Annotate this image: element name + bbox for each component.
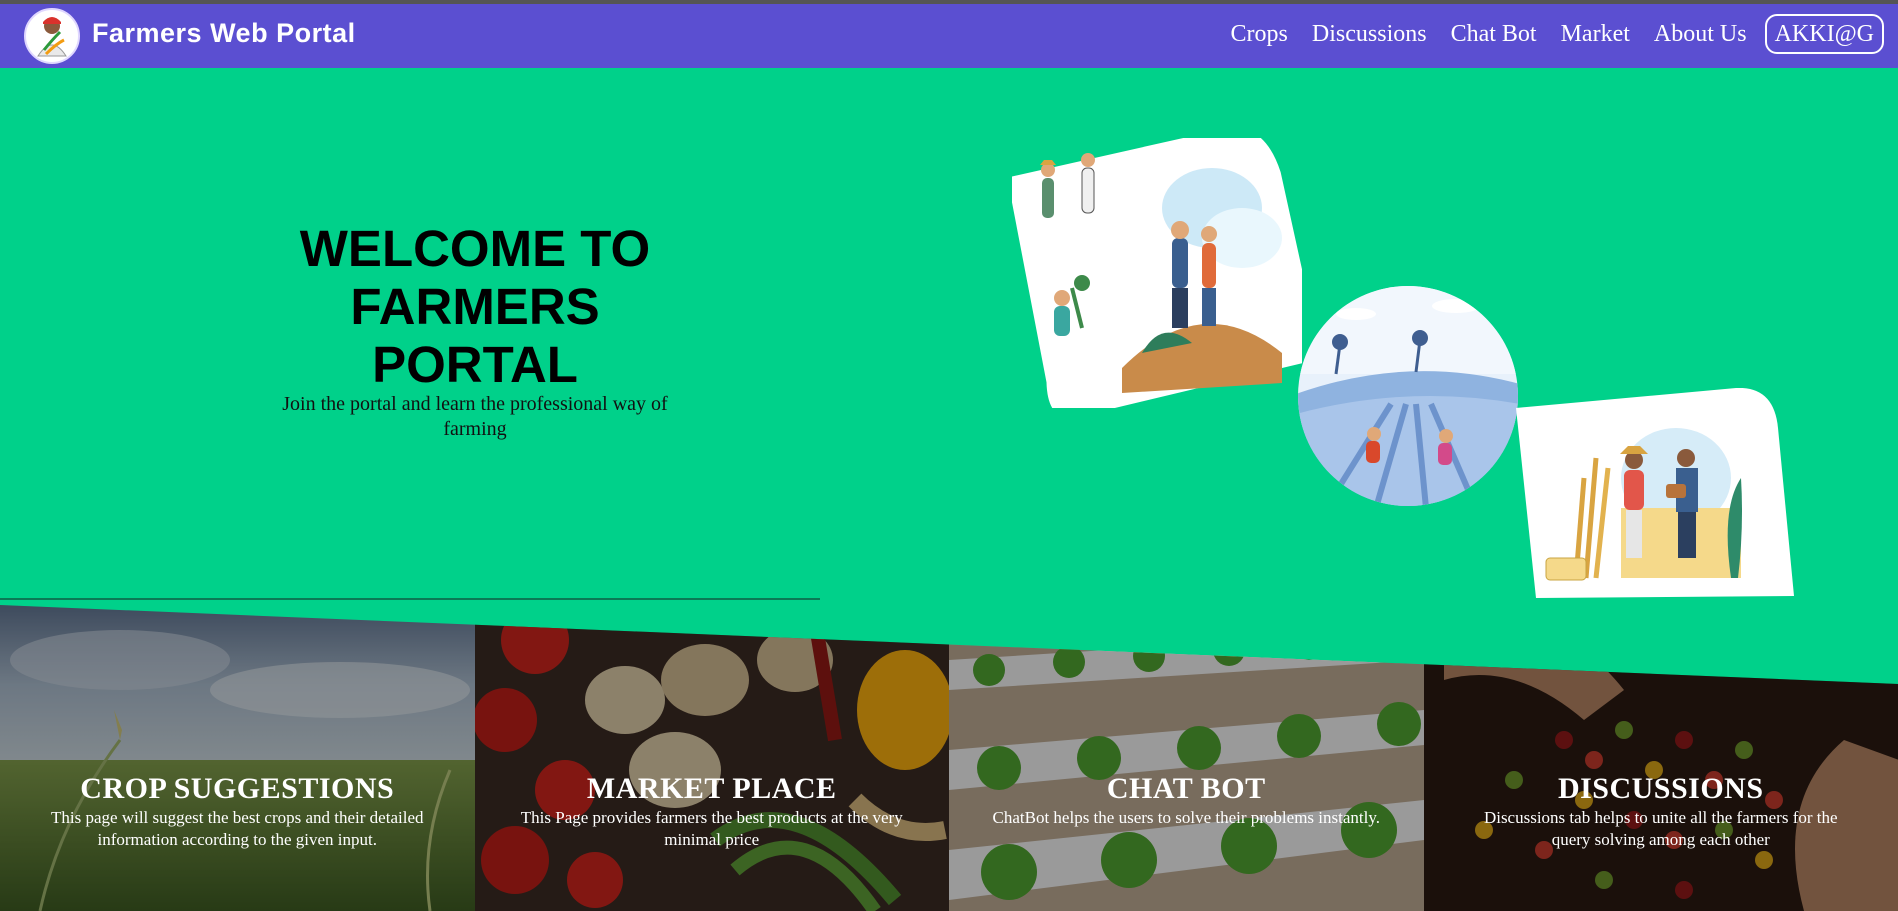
card-description: This Page provides farmers the best prod… [520, 808, 903, 849]
card-crop-suggestions[interactable]: CROP SUGGESTIONS This page will suggest … [0, 605, 475, 911]
user-account-button[interactable]: AKKI@G [1764, 14, 1884, 54]
card-market-place[interactable]: MARKET PLACE This Page provides farmers … [474, 605, 949, 911]
nav-about-us[interactable]: About Us [1654, 21, 1747, 48]
card-title: CROP SUGGESTIONS [80, 772, 395, 805]
card-title: CHAT BOT [1106, 772, 1266, 805]
farmers-working-illustration [1012, 138, 1302, 408]
nav-market[interactable]: Market [1561, 21, 1630, 48]
farmer-logo-icon[interactable] [24, 8, 80, 64]
nav-links: Crops Discussions Chat Bot Market About … [1219, 14, 1884, 54]
nav-discussions[interactable]: Discussions [1312, 21, 1427, 48]
hero-subtitle: Join the portal and learn the profession… [282, 393, 668, 440]
card-title: MARKET PLACE [586, 772, 837, 805]
card-description: Discussions tab helps to unite all the f… [1483, 808, 1838, 849]
brand-title[interactable]: Farmers Web Portal [92, 18, 356, 49]
card-overlay [0, 605, 475, 911]
field-circle-illustration [1298, 286, 1518, 506]
hero-section: WELCOME TO FARMERS PORTAL Join the porta… [0, 68, 1898, 688]
card-overlay [474, 605, 949, 911]
navbar: Farmers Web Portal Crops Discussions Cha… [0, 4, 1898, 68]
card-description: ChatBot helps the users to solve their p… [992, 808, 1381, 827]
divider-line [0, 598, 820, 600]
harvest-couple-illustration [1516, 388, 1794, 598]
card-description: This page will suggest the best crops an… [51, 808, 424, 849]
nav-crops[interactable]: Crops [1231, 21, 1288, 48]
nav-chat-bot[interactable]: Chat Bot [1451, 21, 1537, 48]
card-title: DISCUSSIONS [1557, 772, 1764, 805]
hero-title: WELCOME TO FARMERS PORTAL [299, 220, 651, 393]
